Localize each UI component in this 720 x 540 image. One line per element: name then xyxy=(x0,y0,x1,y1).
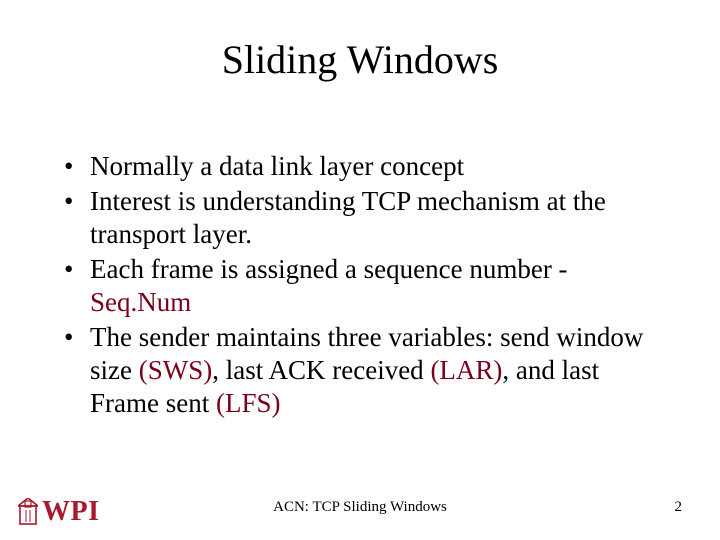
bullet-text: Normally a data link layer concept xyxy=(90,151,464,181)
page-number: 2 xyxy=(675,499,683,516)
term-seqnum: Seq.Num xyxy=(90,287,191,317)
term-sws: (SWS) xyxy=(139,355,213,385)
term-lar: (LAR) xyxy=(430,355,502,385)
wpi-logo: WPI xyxy=(18,498,100,526)
bullet-text: Interest is understanding TCP mechanism … xyxy=(90,186,606,249)
slide: Sliding Windows Normally a data link lay… xyxy=(0,0,720,540)
term-lfs: (LFS) xyxy=(216,388,281,418)
bullet-list: Normally a data link layer concept Inter… xyxy=(64,150,672,420)
slide-title: Sliding Windows xyxy=(0,36,720,83)
bullet-text: Each frame is assigned a sequence number… xyxy=(90,254,568,284)
slide-body: Normally a data link layer concept Inter… xyxy=(64,150,672,422)
wpi-logo-icon xyxy=(18,498,38,526)
bullet-item: The sender maintains three variables: se… xyxy=(64,321,672,420)
bullet-item: Normally a data link layer concept xyxy=(64,150,672,183)
bullet-item: Each frame is assigned a sequence number… xyxy=(64,253,672,319)
footer-center: ACN: TCP Sliding Windows xyxy=(0,499,720,516)
bullet-text: , last ACK received xyxy=(212,355,430,385)
wpi-logo-text: WPI xyxy=(42,498,100,526)
bullet-item: Interest is understanding TCP mechanism … xyxy=(64,185,672,251)
